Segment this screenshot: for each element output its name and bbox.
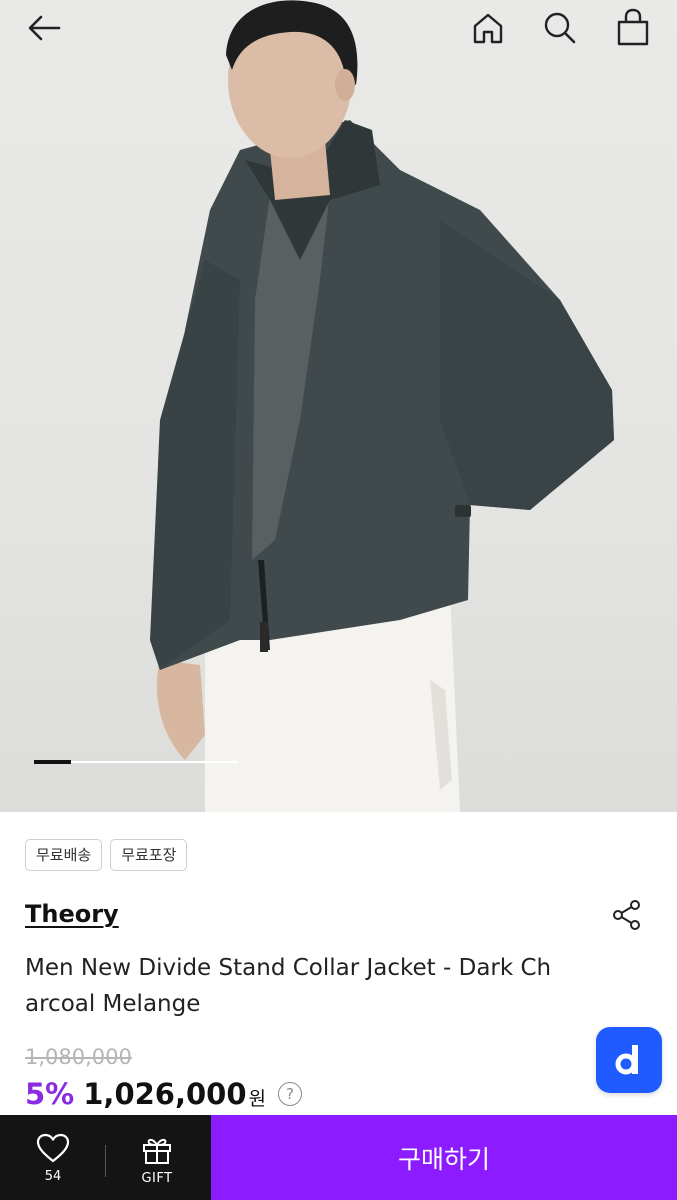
wishlist-button[interactable]: 54 <box>18 1133 88 1193</box>
bottom-action-bar: 54 GIFT 구매하기 <box>0 1115 677 1200</box>
home-button[interactable] <box>466 8 510 48</box>
home-icon <box>473 13 503 44</box>
floating-d-button[interactable] <box>596 1027 662 1093</box>
gift-button[interactable]: GIFT <box>122 1135 192 1195</box>
product-photo <box>150 0 614 812</box>
price-row: 5% 1,026,000 원 ? <box>25 1077 303 1111</box>
share-button[interactable] <box>608 896 646 934</box>
d-logo-icon <box>615 1045 638 1075</box>
arrow-left-icon <box>28 15 61 41</box>
shopping-bag-icon <box>617 8 649 46</box>
product-image-gallery[interactable] <box>0 0 677 812</box>
currency-unit: 원 <box>248 1087 267 1110</box>
gift-icon <box>143 1138 171 1164</box>
search-icon <box>544 12 576 44</box>
sale-price: 1,026,000 <box>83 1077 247 1111</box>
back-button[interactable] <box>22 8 66 48</box>
buy-button[interactable]: 구매하기 <box>211 1115 677 1200</box>
top-navigation-bar <box>0 0 677 60</box>
bottom-divider <box>105 1145 106 1177</box>
gift-label: GIFT <box>141 1171 173 1186</box>
share-icon <box>613 900 640 930</box>
shopping-bag-button[interactable] <box>611 6 655 48</box>
original-price: 1,080,000 <box>25 1045 132 1069</box>
price-help-icon[interactable]: ? <box>278 1082 303 1106</box>
search-button[interactable] <box>538 8 582 48</box>
discount-rate: 5% <box>25 1077 75 1111</box>
bottom-utility-group: 54 GIFT <box>0 1115 211 1200</box>
product-title: Men New Divide Stand Collar Jacket - Dar… <box>25 955 552 1017</box>
free-shipping-tag: 무료배송 <box>25 839 103 871</box>
benefit-tags: 무료배송 무료포장 <box>25 839 188 871</box>
gallery-progress-bar <box>34 760 238 764</box>
wishlist-count: 54 <box>44 1169 62 1184</box>
free-wrapping-tag: 무료포장 <box>110 839 188 871</box>
brand-link[interactable]: Theory <box>25 900 119 928</box>
heart-icon <box>36 1133 70 1163</box>
gallery-progress-fill <box>34 760 71 764</box>
